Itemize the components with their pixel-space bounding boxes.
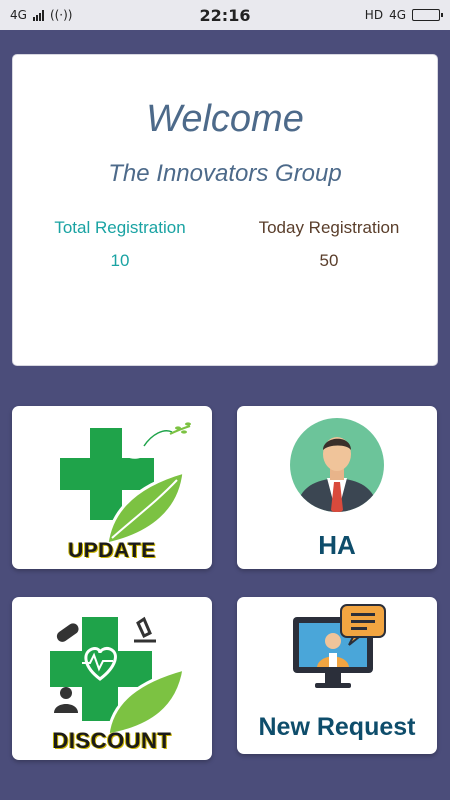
update-label: UPDATE <box>68 539 156 562</box>
businessman-avatar-icon <box>290 418 384 512</box>
total-registration-label: Total Registration <box>54 218 186 237</box>
today-registration-value: 50 <box>319 251 339 270</box>
update-tile[interactable]: UPDATE <box>12 406 212 569</box>
medical-cross-dove-icon <box>60 422 191 546</box>
network-type-right: 4G <box>389 8 406 22</box>
status-right: HD 4G <box>364 8 443 22</box>
status-left: 4G ((·)) <box>10 8 72 22</box>
status-bar: 4G ((·)) 22:16 HD 4G <box>0 0 450 30</box>
total-registration-value: 10 <box>110 251 130 270</box>
new-request-tile[interactable]: New Request <box>237 597 437 754</box>
network-type-left: 4G <box>10 8 27 22</box>
hotspot-icon: ((·)) <box>49 8 73 22</box>
today-registration-label: Today Registration <box>258 218 400 237</box>
today-registration: Today Registration 50 <box>244 218 414 271</box>
ha-label: HA <box>318 530 356 560</box>
discount-label: DISCOUNT <box>52 728 172 753</box>
discount-tile[interactable]: DISCOUNT <box>12 597 212 760</box>
hd-indicator: HD <box>364 8 384 22</box>
org-name: The Innovators Group <box>108 160 342 187</box>
signal-icon <box>32 9 44 21</box>
video-consult-icon <box>293 604 386 688</box>
medical-cross-heart-icon <box>50 616 186 737</box>
welcome-title: Welcome <box>146 98 304 140</box>
new-request-label: New Request <box>258 713 416 741</box>
battery-icon <box>412 9 443 21</box>
ha-tile[interactable]: HA <box>237 406 437 569</box>
total-registration: Total Registration 10 <box>35 218 205 271</box>
